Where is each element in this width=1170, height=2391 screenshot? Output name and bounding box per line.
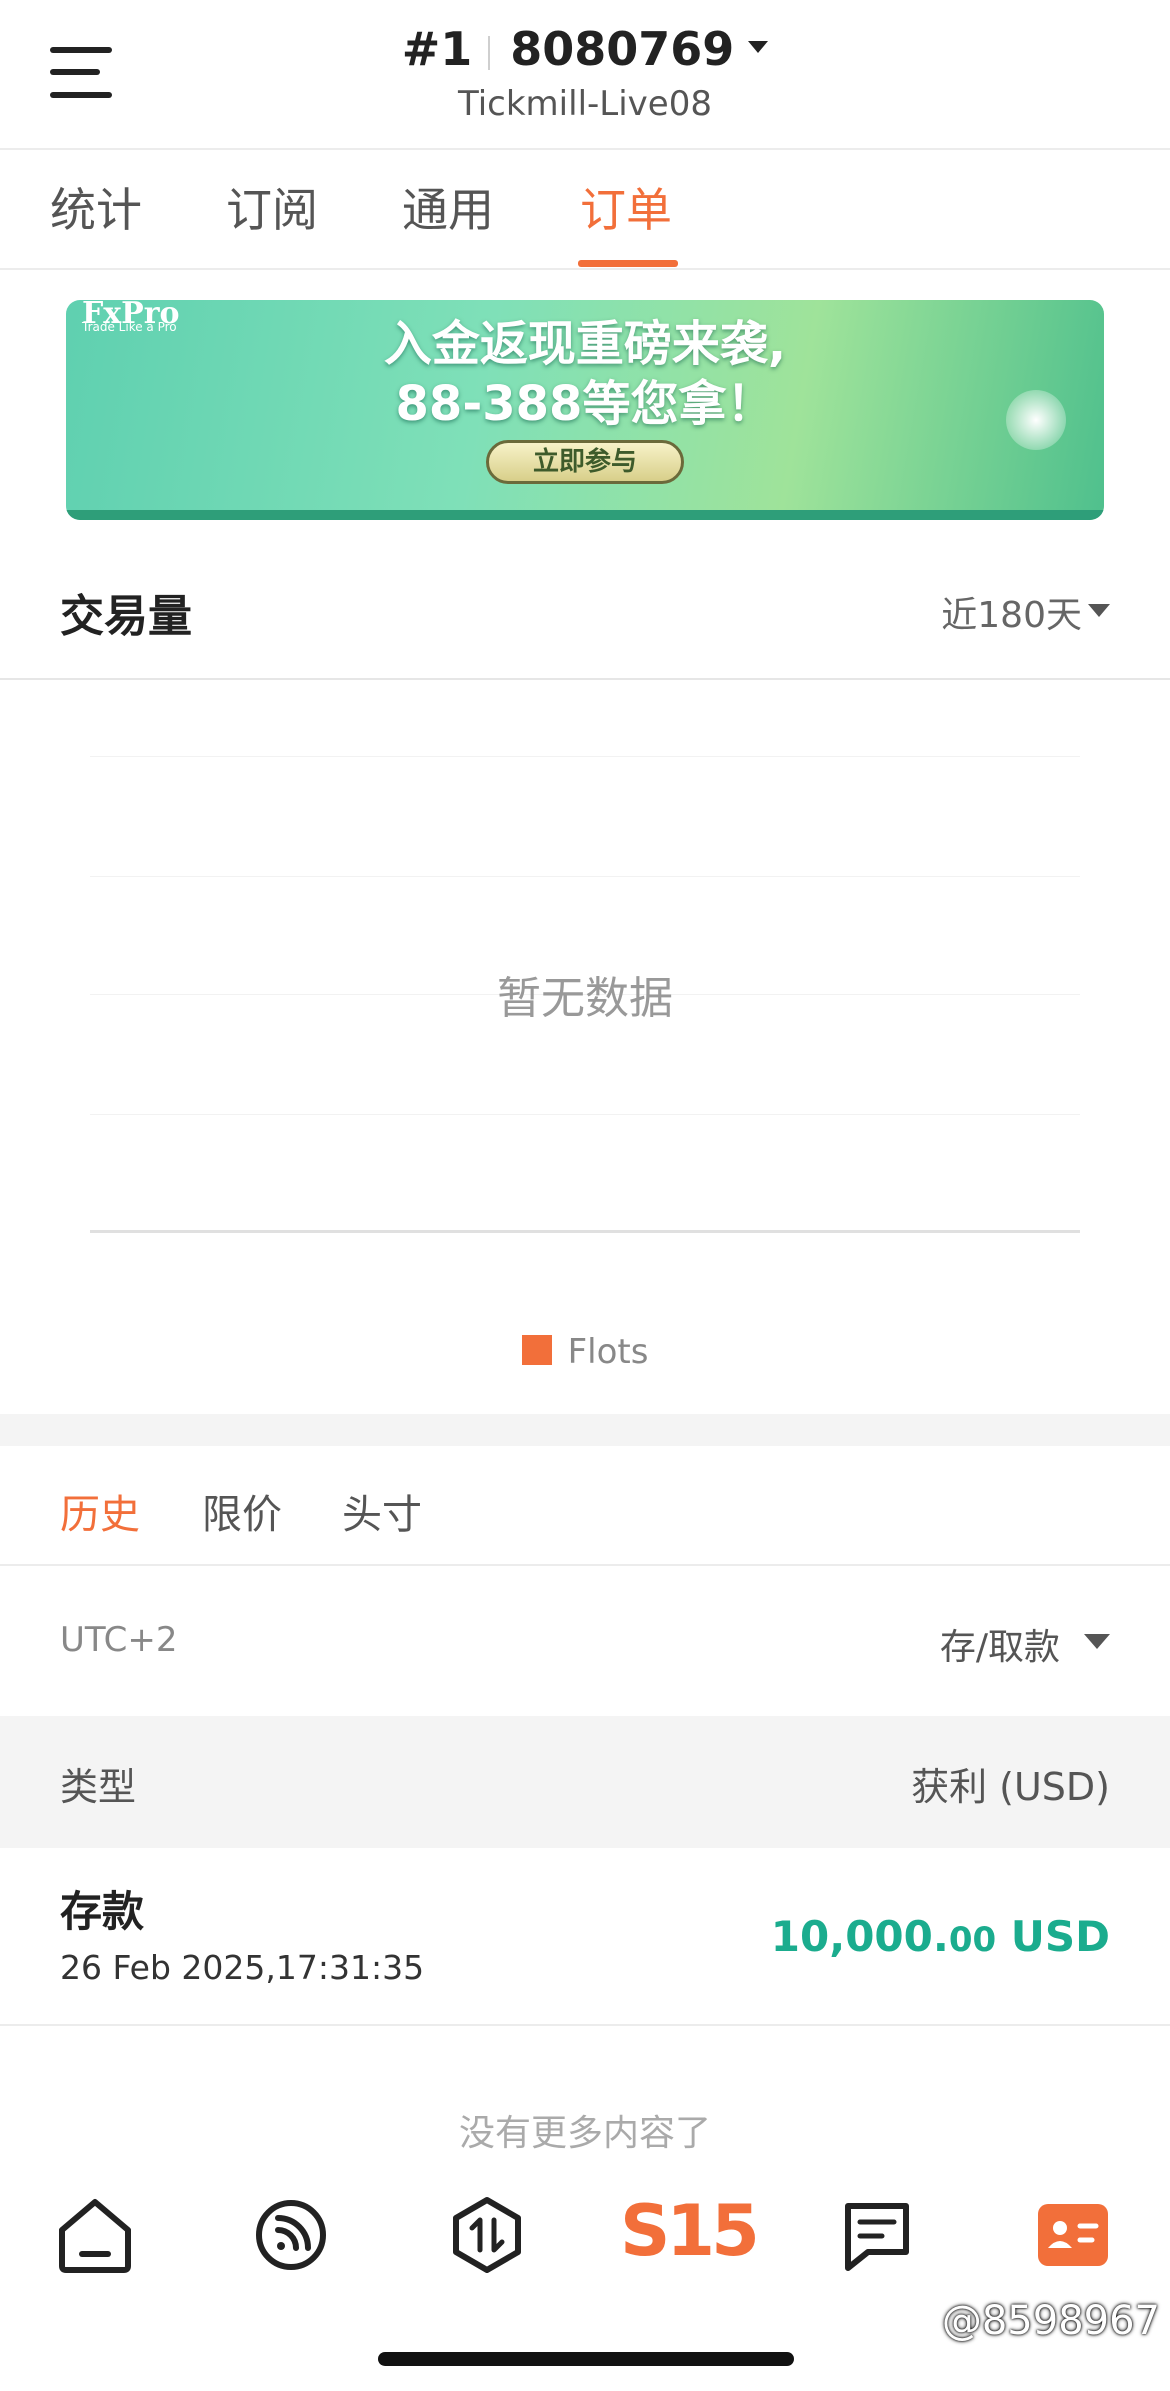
chart-baseline (90, 1230, 1080, 1233)
amount-integer: 10,000. (770, 1912, 949, 1961)
volume-header: 交易量 近180天 (0, 540, 1170, 680)
active-tab-indicator (578, 260, 678, 267)
profile-card-icon[interactable] (1028, 2190, 1118, 2280)
feed-icon[interactable] (246, 2190, 336, 2280)
tab-limit[interactable]: 限价 (202, 1482, 282, 1540)
grid-line (90, 876, 1080, 877)
grid-line (90, 756, 1080, 757)
message-icon[interactable] (832, 2190, 922, 2280)
caret-down-icon[interactable] (1088, 604, 1110, 617)
tab-general[interactable]: 通用 (402, 174, 494, 240)
filter-row: UTC+2 存/取款 (0, 1568, 1170, 1716)
s15-logo[interactable]: S15 (620, 2190, 760, 2272)
order-time: 26 Feb 2025,17:31:35 (60, 1948, 425, 1987)
account-number: 8080769 (510, 22, 735, 76)
banner-glow-decoration (1006, 390, 1066, 450)
volume-title: 交易量 (60, 591, 192, 642)
tab-orders[interactable]: 订单 (580, 174, 672, 240)
tab-history[interactable]: 历史 (60, 1482, 140, 1540)
range-selector[interactable]: 近180天 (941, 586, 1082, 638)
home-icon[interactable] (50, 2190, 140, 2280)
amount-currency: USD (996, 1912, 1110, 1961)
table-row[interactable]: 存款 26 Feb 2025,17:31:35 10,000.00 USD (0, 1848, 1170, 2026)
server-name: Tickmill-Live08 (458, 84, 712, 124)
type-filter[interactable]: 存/取款 (940, 1618, 1060, 1670)
banner-subheadline: 88-388等您拿！ (395, 376, 775, 432)
legend-label: Flots (567, 1332, 649, 1372)
tab-positions[interactable]: 头寸 (342, 1482, 422, 1540)
order-amount: 10,000.00 USD (771, 1912, 1110, 1961)
timezone-label: UTC+2 (60, 1620, 178, 1660)
banner-join-button[interactable]: 立即参与 (486, 440, 684, 484)
section-divider (0, 1414, 1170, 1446)
order-tabs: 历史 限价 头寸 (0, 1446, 1170, 1566)
account-index: #1 (401, 22, 473, 76)
table-header: 类型 获利 (USD) (0, 1716, 1170, 1848)
account-selector[interactable]: #1 8080769 (0, 22, 1170, 76)
watermark: @8598967 (941, 2298, 1160, 2344)
caret-down-icon (748, 40, 769, 53)
column-type: 类型 (60, 1765, 137, 1809)
order-type: 存款 (60, 1887, 145, 1936)
separator (488, 35, 491, 70)
trade-icon[interactable] (442, 2190, 532, 2280)
legend-swatch (521, 1334, 552, 1365)
caret-down-icon[interactable] (1084, 1634, 1110, 1649)
home-indicator (378, 2352, 794, 2366)
no-data-text: 暂无数据 (497, 973, 673, 1024)
column-profit: 获利 (USD) (911, 1765, 1110, 1809)
volume-chart: 暂无数据 Flots (0, 682, 1170, 1414)
amount-decimal: 00 (948, 1920, 997, 1960)
promo-banner[interactable]: FxPro Trade Like a Pro 入金返现重磅来袭, 88-388等… (66, 300, 1104, 520)
tab-statistics[interactable]: 统计 (50, 174, 142, 240)
app-header: #1 8080769 Tickmill-Live08 (0, 0, 1170, 150)
chart-legend: Flots (0, 1332, 1170, 1372)
grid-line (90, 1114, 1080, 1115)
no-more-text: 没有更多内容了 (458, 2113, 711, 2154)
top-tabs: 统计 订阅 通用 订单 (0, 150, 1170, 270)
tab-subscriptions[interactable]: 订阅 (226, 174, 318, 240)
